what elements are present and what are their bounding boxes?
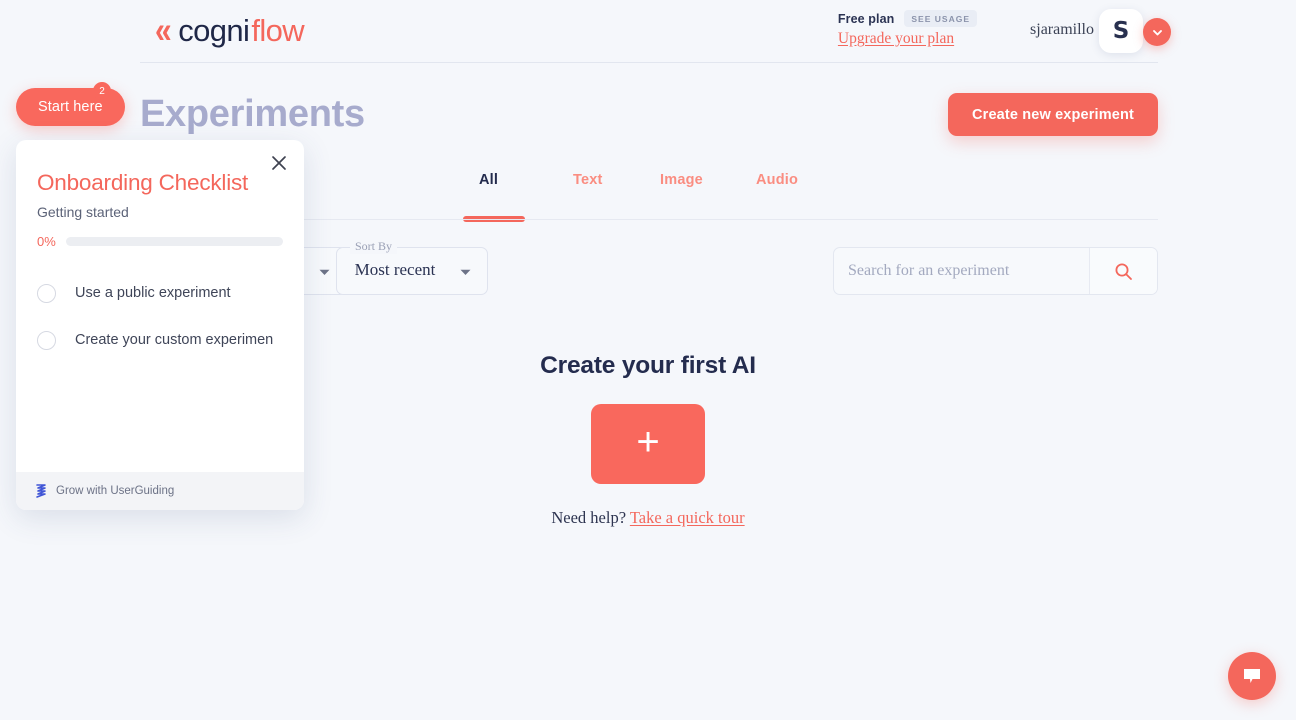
user-name-label: sjaramillo xyxy=(1030,21,1094,38)
checklist-footer[interactable]: Grow with UserGuiding xyxy=(16,472,304,510)
tab-all[interactable]: All xyxy=(479,172,498,188)
userguiding-logo-icon xyxy=(36,484,46,498)
account-menu-button[interactable] xyxy=(1143,18,1171,46)
logo-text-cogni: cogni xyxy=(178,13,250,48)
chat-support-button[interactable] xyxy=(1228,652,1276,700)
chevrons-left-icon: « xyxy=(155,9,172,51)
empty-state-help: Need help? Take a quick tour xyxy=(0,508,1296,528)
checklist-progress: 0% xyxy=(37,234,283,249)
checklist-title: Onboarding Checklist xyxy=(37,170,249,195)
checklist-subtitle: Getting started xyxy=(37,204,129,220)
checklist-item-radio-icon[interactable] xyxy=(37,330,56,350)
checklist-item[interactable]: Use a public experiment xyxy=(37,278,287,308)
caret-down-icon xyxy=(319,269,330,275)
start-here-badge: 2 xyxy=(93,82,111,100)
create-experiment-card[interactable]: + xyxy=(591,404,705,484)
page-title: Experiments xyxy=(140,93,365,135)
plus-icon: + xyxy=(636,420,660,464)
take-a-quick-tour-link[interactable]: Take a quick tour xyxy=(630,508,745,527)
caret-down-icon xyxy=(460,269,471,275)
chevron-down-icon xyxy=(1152,29,1162,35)
see-usage-badge[interactable]: SEE USAGE xyxy=(904,10,977,27)
checklist-item-label: Use a public experiment xyxy=(75,285,231,301)
close-checklist-button[interactable] xyxy=(266,150,292,176)
tab-text[interactable]: Text xyxy=(573,172,603,188)
search-icon xyxy=(1115,263,1132,280)
upgrade-plan-link[interactable]: Upgrade your plan xyxy=(838,30,977,48)
logo-text-flow: flow xyxy=(251,13,305,48)
header-divider xyxy=(140,62,1158,63)
search-button[interactable] xyxy=(1089,248,1157,294)
create-new-experiment-button[interactable]: Create new experiment xyxy=(948,93,1158,136)
app-header: « cogni flow Free plan SEE USAGE Upgrade … xyxy=(0,0,1296,63)
checklist-item[interactable]: Create your custom experimen xyxy=(37,325,287,355)
tab-audio[interactable]: Audio xyxy=(756,172,798,188)
avatar[interactable]: S xyxy=(1099,9,1143,53)
search-box xyxy=(833,247,1158,295)
sort-by-select[interactable]: Sort By Most recent xyxy=(336,239,488,295)
app-page: « cogni flow Free plan SEE USAGE Upgrade … xyxy=(0,0,1296,720)
plan-info: Free plan SEE USAGE Upgrade your plan xyxy=(838,10,977,48)
checklist-item-label: Create your custom experimen xyxy=(75,332,274,348)
sort-by-label: Sort By xyxy=(350,239,398,254)
search-input[interactable] xyxy=(834,248,1089,294)
plan-name: Free plan xyxy=(837,11,895,26)
need-help-text: Need help? xyxy=(551,508,630,527)
cogniflow-logo[interactable]: « cogni flow xyxy=(155,9,305,51)
checklist-progress-percent: 0% xyxy=(37,234,56,249)
close-icon xyxy=(272,156,286,170)
sort-by-value: Most recent xyxy=(354,260,436,279)
checklist-footer-text: Grow with UserGuiding xyxy=(56,485,175,497)
checklist-progress-track xyxy=(65,237,283,246)
checklist-item-radio-icon[interactable] xyxy=(37,283,56,303)
chat-bubble-icon xyxy=(1244,669,1260,683)
tab-image[interactable]: Image xyxy=(660,172,703,188)
onboarding-checklist-panel: Onboarding Checklist Getting started 0% … xyxy=(16,140,304,510)
